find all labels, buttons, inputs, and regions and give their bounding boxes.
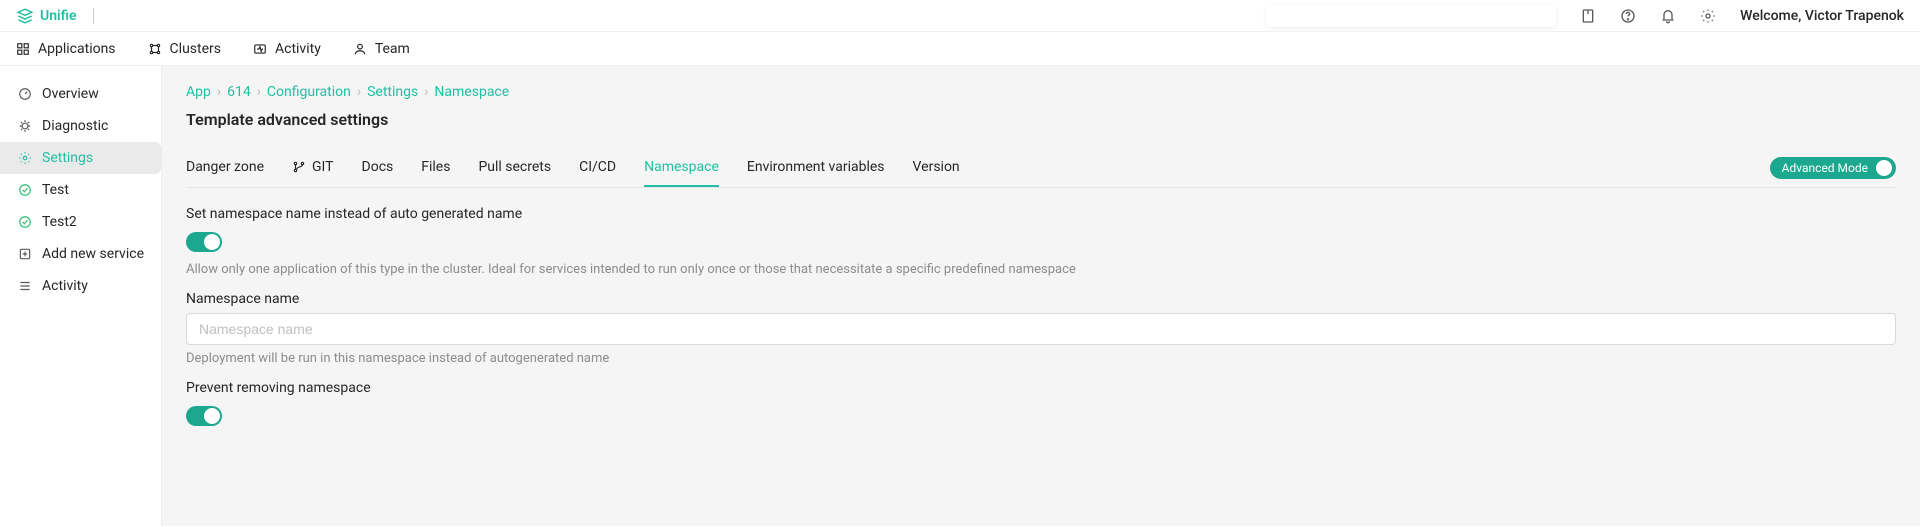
brand-logo[interactable]: Unifie <box>16 7 77 25</box>
list-icon <box>18 279 32 293</box>
tab-label: Environment variables <box>747 159 885 175</box>
breadcrumb: App › 614 › Configuration › Settings › N… <box>186 84 1896 100</box>
sidebar-item-test2[interactable]: Test2 <box>0 206 161 238</box>
plus-square-icon <box>18 247 32 261</box>
tab-cicd[interactable]: CI/CD <box>579 149 616 187</box>
nav-label: Team <box>375 41 410 57</box>
sidebar-item-label: Add new service <box>42 246 144 262</box>
sidebar-item-activity[interactable]: Activity <box>0 270 161 302</box>
sidebar-item-label: Diagnostic <box>42 118 108 134</box>
tab-docs[interactable]: Docs <box>362 149 394 187</box>
nav-label: Clusters <box>170 41 221 57</box>
chevron-right-icon: › <box>257 84 261 100</box>
gear-icon[interactable] <box>1700 8 1716 24</box>
help-icon[interactable] <box>1620 8 1636 24</box>
tab-label: Namespace <box>644 159 719 175</box>
content: App › 614 › Configuration › Settings › N… <box>162 66 1920 526</box>
nav-label: Applications <box>38 41 116 57</box>
tab-label: Files <box>421 159 450 175</box>
nav-label: Activity <box>275 41 321 57</box>
check-circle-icon <box>18 183 32 197</box>
nav-team[interactable]: Team <box>353 41 410 57</box>
sidebar-item-label: Overview <box>42 86 99 102</box>
bookmark-icon[interactable] <box>1580 8 1596 24</box>
topbar-divider <box>93 8 94 24</box>
breadcrumb-settings[interactable]: Settings <box>367 84 418 100</box>
page-title: Template advanced settings <box>186 110 1896 129</box>
advanced-mode-label: Advanced Mode <box>1782 161 1868 175</box>
sidebar-item-label: Test <box>42 182 69 198</box>
chevron-right-icon: › <box>357 84 361 100</box>
prevent-remove-label: Prevent removing namespace <box>186 380 1896 396</box>
chevron-right-icon: › <box>424 84 428 100</box>
chevron-right-icon: › <box>217 84 221 100</box>
toggle-knob <box>204 408 220 424</box>
sidebar-item-overview[interactable]: Overview <box>0 78 161 110</box>
tabs-row: Danger zone GIT Docs Files Pull secrets … <box>186 149 1896 188</box>
activity-icon <box>253 42 267 56</box>
tab-label: Danger zone <box>186 159 264 175</box>
gear-icon <box>18 151 32 165</box>
nav-clusters[interactable]: Clusters <box>148 41 221 57</box>
breadcrumb-configuration[interactable]: Configuration <box>267 84 351 100</box>
sidebar-item-label: Test2 <box>42 214 77 230</box>
set-namespace-toggle[interactable] <box>186 232 222 252</box>
set-namespace-label: Set namespace name instead of auto gener… <box>186 206 1896 222</box>
welcome-text[interactable]: Welcome, Victor Trapenok <box>1740 8 1904 24</box>
toggle-knob <box>1876 160 1892 176</box>
tabs: Danger zone GIT Docs Files Pull secrets … <box>186 149 960 187</box>
tab-danger-zone[interactable]: Danger zone <box>186 149 264 187</box>
tab-label: Docs <box>362 159 394 175</box>
grid-icon <box>16 42 30 56</box>
tab-env-vars[interactable]: Environment variables <box>747 149 885 187</box>
advanced-mode-toggle[interactable]: Advanced Mode <box>1770 157 1896 179</box>
bell-icon[interactable] <box>1660 8 1676 24</box>
tab-label: Pull secrets <box>478 159 551 175</box>
namespace-name-input[interactable] <box>186 313 1896 345</box>
tab-label: Version <box>913 159 960 175</box>
tab-version[interactable]: Version <box>913 149 960 187</box>
tab-namespace[interactable]: Namespace <box>644 149 719 187</box>
namespace-settings-form: Set namespace name instead of auto gener… <box>186 206 1896 426</box>
branch-icon <box>292 160 306 174</box>
nav-applications[interactable]: Applications <box>16 41 116 57</box>
bug-icon <box>18 119 32 133</box>
topbar-right: Welcome, Victor Trapenok <box>1266 5 1904 27</box>
sidebar-item-label: Settings <box>42 150 93 166</box>
breadcrumb-id[interactable]: 614 <box>227 84 251 100</box>
cluster-icon <box>148 42 162 56</box>
sidebar-item-add-service[interactable]: Add new service <box>0 238 161 270</box>
main-nav: Applications Clusters Activity Team <box>0 32 1920 66</box>
sidebar: Overview Diagnostic Settings Test Test2 … <box>0 66 162 526</box>
topbar: Unifie Welcome, Victor Trapenok <box>0 0 1920 32</box>
topbar-left: Unifie <box>16 7 94 25</box>
set-namespace-description: Allow only one application of this type … <box>186 262 1896 277</box>
sidebar-item-settings[interactable]: Settings <box>0 142 161 174</box>
breadcrumb-app[interactable]: App <box>186 84 211 100</box>
tab-label: CI/CD <box>579 159 616 175</box>
nav-activity[interactable]: Activity <box>253 41 321 57</box>
toggle-knob <box>204 234 220 250</box>
namespace-name-help: Deployment will be run in this namespace… <box>186 351 1896 366</box>
namespace-name-label: Namespace name <box>186 291 1896 307</box>
layout: Overview Diagnostic Settings Test Test2 … <box>0 66 1920 526</box>
user-icon <box>353 42 367 56</box>
breadcrumb-namespace[interactable]: Namespace <box>434 84 509 100</box>
tab-files[interactable]: Files <box>421 149 450 187</box>
tab-pull-secrets[interactable]: Pull secrets <box>478 149 551 187</box>
brand-name: Unifie <box>40 8 77 24</box>
brand-logo-icon <box>16 7 34 25</box>
topbar-search-area[interactable] <box>1266 5 1556 27</box>
tab-git[interactable]: GIT <box>292 149 334 187</box>
dashboard-icon <box>18 87 32 101</box>
tab-label: GIT <box>312 159 334 175</box>
sidebar-item-diagnostic[interactable]: Diagnostic <box>0 110 161 142</box>
prevent-remove-toggle[interactable] <box>186 406 222 426</box>
sidebar-item-label: Activity <box>42 278 88 294</box>
check-circle-icon <box>18 215 32 229</box>
sidebar-item-test[interactable]: Test <box>0 174 161 206</box>
